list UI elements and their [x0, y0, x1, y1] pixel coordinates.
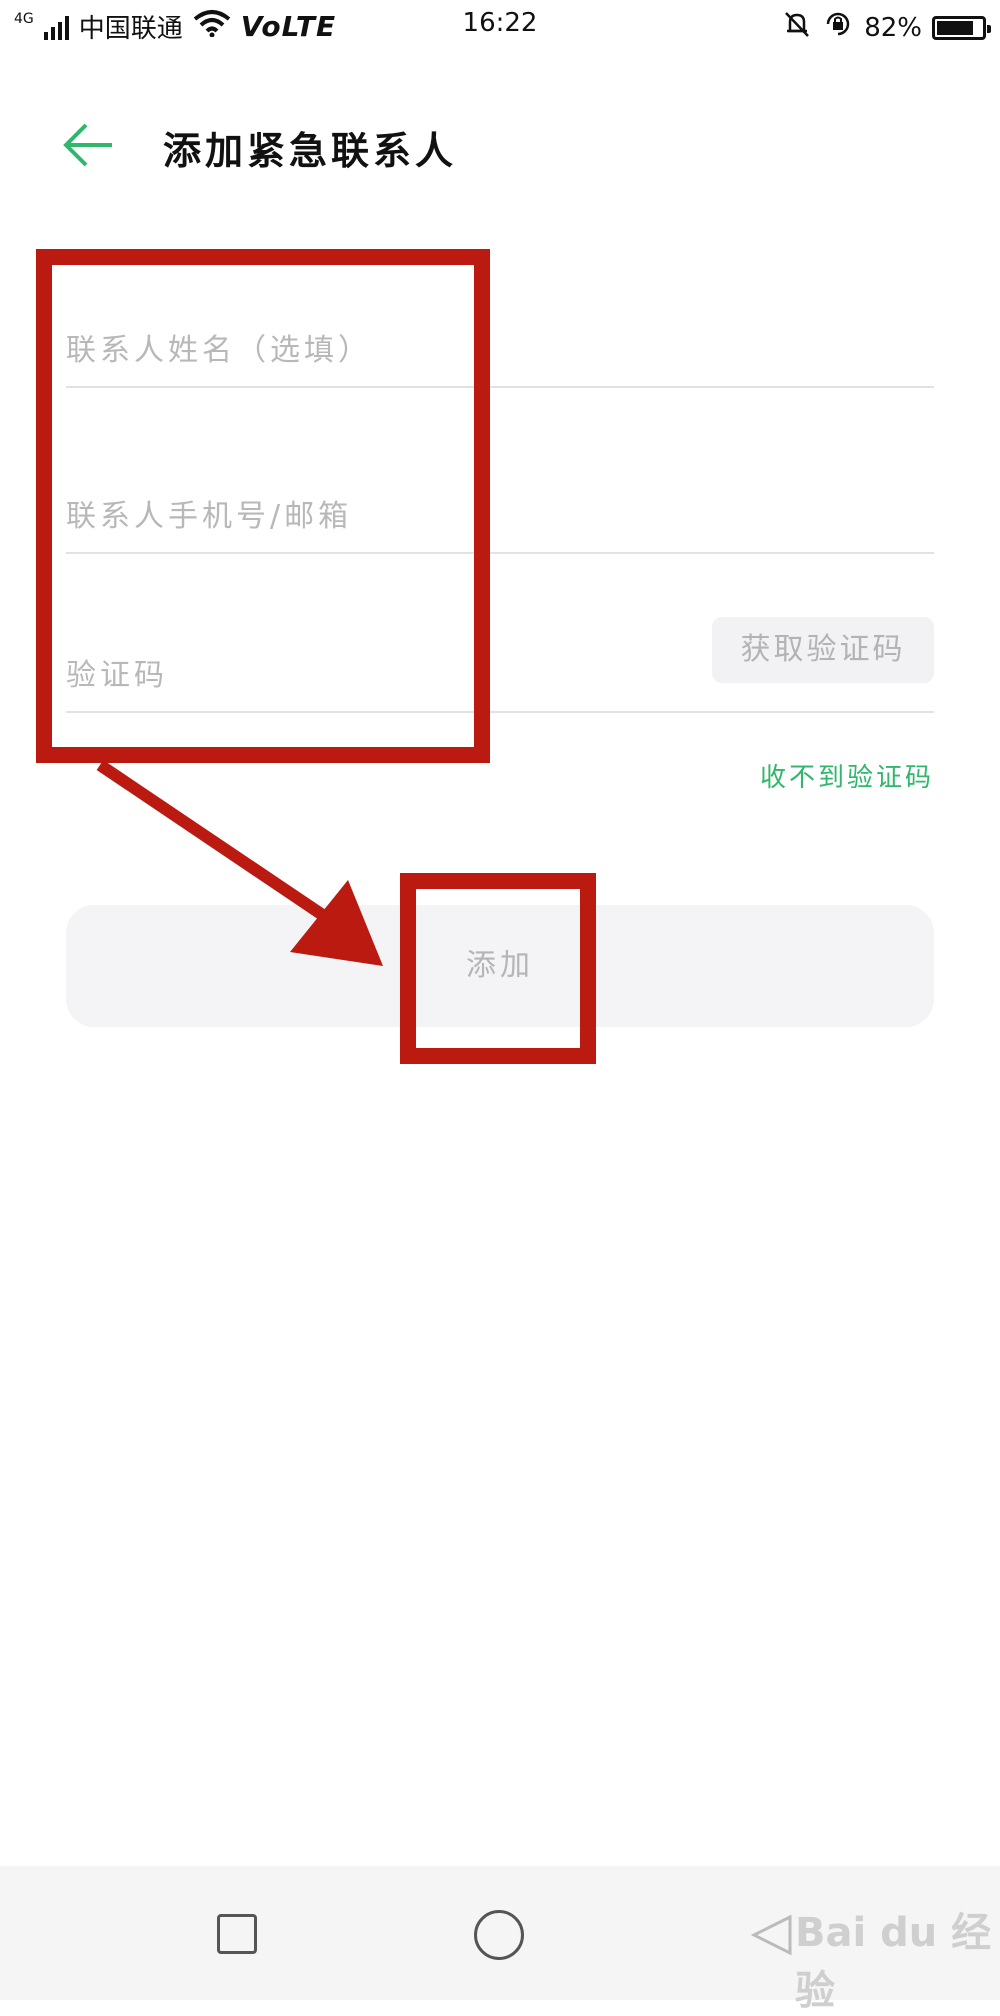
home-button[interactable]: [474, 1910, 524, 1960]
back-triangle-icon[interactable]: [750, 1913, 794, 1961]
annotation-arrow: [96, 760, 383, 966]
recent-apps-button[interactable]: [217, 1914, 257, 1954]
baidu-watermark: Bai du 经验: [795, 1910, 992, 2014]
